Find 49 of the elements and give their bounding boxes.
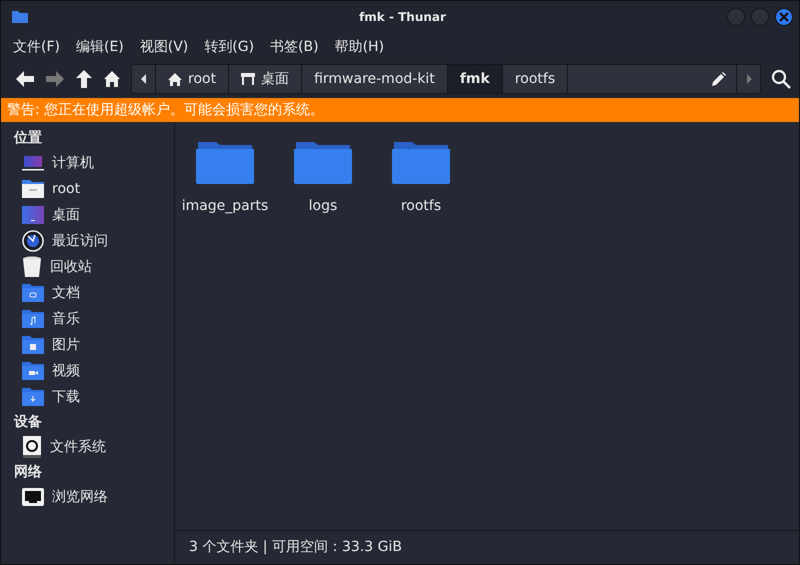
section-heading: 网络 <box>14 463 43 482</box>
folder-name[interactable]: image_parts <box>182 198 268 214</box>
trash-icon <box>22 256 42 278</box>
sidebar-item[interactable]: 文件系统 <box>50 438 106 456</box>
folder-name[interactable]: logs <box>308 198 338 214</box>
window-title: fmk - Thunar <box>358 10 446 24</box>
network-port-icon <box>22 488 44 506</box>
folder-icon[interactable] <box>392 140 450 184</box>
menu-item[interactable]: 转到(G) <box>198 36 260 58</box>
warning-banner: 警告: 您正在使用超级帐户。可能会损害您的系统。 <box>1 98 799 122</box>
up-icon[interactable] <box>75 69 93 89</box>
section-heading: 位置 <box>14 129 43 148</box>
sidebar-item[interactable]: 浏览网络 <box>52 488 108 506</box>
back-icon[interactable] <box>15 70 35 88</box>
folder-icon <box>22 310 44 328</box>
status-bar: 3 个文件夹 | 可用空间：33.3 GiB <box>175 530 799 564</box>
folder-icon[interactable] <box>294 140 352 184</box>
search-icon[interactable] <box>771 69 791 89</box>
menu-item[interactable]: 视图(V) <box>134 36 194 58</box>
folder-icon <box>22 336 44 354</box>
sidebar-item[interactable]: 音乐 <box>52 310 80 328</box>
sidebar-item[interactable]: 最近访问 <box>52 232 108 250</box>
close-icon <box>779 12 789 22</box>
menu-item[interactable]: 文件(F) <box>7 36 66 58</box>
menu-item[interactable]: 编辑(E) <box>70 36 130 58</box>
clock-icon <box>22 230 44 252</box>
menu-item[interactable]: 帮助(H) <box>328 36 390 58</box>
sidebar-item[interactable]: 桌面 <box>52 206 80 224</box>
folder-icon[interactable] <box>196 140 254 184</box>
folder-icon <box>12 10 28 23</box>
menu-item[interactable]: 书签(B) <box>264 36 325 58</box>
drive-icon <box>22 436 42 458</box>
sidebar-item[interactable]: 视频 <box>52 362 80 380</box>
home-icon[interactable] <box>103 70 121 88</box>
sidebar-item[interactable]: 文档 <box>52 284 80 302</box>
sidebar-item[interactable]: 回收站 <box>50 258 92 276</box>
folder-icon <box>22 362 44 380</box>
section-heading: 设备 <box>14 413 43 432</box>
close-button[interactable] <box>775 8 793 26</box>
desktop-icon <box>22 206 44 224</box>
home-folder-icon <box>22 180 44 198</box>
sidebar-item[interactable]: root <box>52 181 80 197</box>
folder-icon <box>22 284 44 302</box>
sidebar-item[interactable]: 下载 <box>52 388 80 406</box>
laptop-icon <box>22 154 44 172</box>
sidebar-item[interactable]: 图片 <box>52 336 80 354</box>
folder-icon <box>22 388 44 406</box>
sidebar-item[interactable]: 计算机 <box>52 154 94 172</box>
folder-name[interactable]: rootfs <box>400 198 442 214</box>
